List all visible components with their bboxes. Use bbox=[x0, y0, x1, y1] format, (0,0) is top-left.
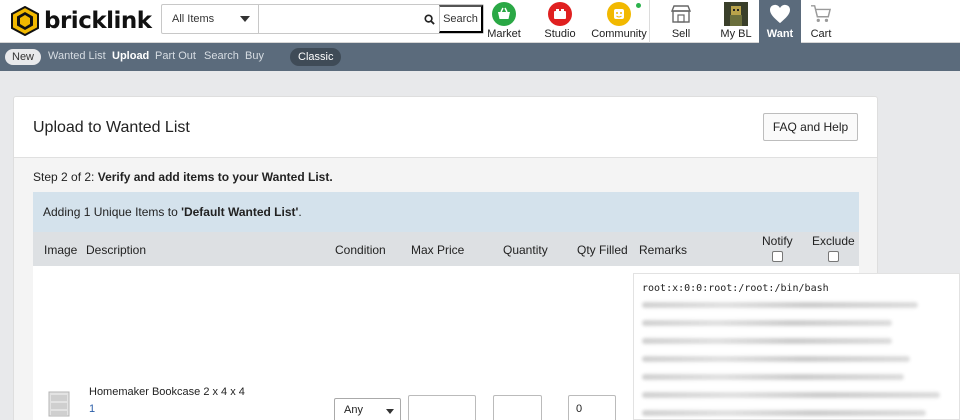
nav-studio-label: Studio bbox=[544, 28, 576, 40]
classic-toggle-button[interactable]: Classic bbox=[290, 48, 342, 66]
nav-mybl[interactable]: My BL bbox=[719, 0, 753, 43]
page-title: Upload to Wanted List bbox=[33, 119, 190, 136]
bricklink-logo[interactable]: bricklink bbox=[10, 4, 152, 38]
card-header: Upload to Wanted List FAQ and Help bbox=[14, 97, 877, 158]
col-notify-label: Notify bbox=[762, 234, 793, 248]
exclude-all-checkbox[interactable] bbox=[827, 251, 839, 262]
col-max-price: Max Price bbox=[411, 243, 465, 257]
step-text: Verify and add items to your Wanted List… bbox=[97, 170, 333, 184]
item-description: Homemaker Bookcase 2 x 4 x 4 bbox=[89, 386, 245, 398]
col-condition: Condition bbox=[335, 243, 386, 257]
col-qty-filled: Qty Filled bbox=[577, 243, 628, 257]
table-header: Image Description Condition Max Price Qu… bbox=[33, 232, 859, 266]
step-instruction: Step 2 of 2: Verify and add items to you… bbox=[33, 170, 333, 184]
quantity-input[interactable] bbox=[493, 395, 542, 420]
condition-select[interactable]: Any bbox=[334, 398, 401, 420]
step-prefix: Step 2 of 2: bbox=[33, 170, 95, 184]
search-button[interactable]: Search bbox=[439, 5, 483, 33]
nav-want-label: Want bbox=[766, 28, 794, 40]
nav-sell[interactable]: Sell bbox=[667, 0, 695, 43]
subnav-wanted-list[interactable]: Wanted List bbox=[48, 50, 106, 62]
notification-dot bbox=[636, 3, 641, 8]
col-description: Description bbox=[86, 243, 147, 257]
search-category-select[interactable]: All Items bbox=[162, 5, 259, 33]
nav-want[interactable]: Want bbox=[759, 0, 801, 43]
chevron-down-icon bbox=[240, 16, 250, 22]
top-header: bricklink All Items Search Market Studio… bbox=[0, 0, 960, 43]
subnav-part-out[interactable]: Part Out bbox=[155, 50, 196, 62]
remarks-first-line: root:x:0:0:root:/root:/bin/bash bbox=[642, 283, 829, 294]
qty-filled-input[interactable]: 0 bbox=[568, 395, 616, 420]
redacted-remarks bbox=[642, 302, 951, 420]
subnav-buy[interactable]: Buy bbox=[245, 50, 264, 62]
search-input[interactable] bbox=[259, 5, 419, 33]
col-image: Image bbox=[44, 243, 78, 257]
nav-cart[interactable]: Cart bbox=[807, 0, 835, 43]
nav-sell-label: Sell bbox=[671, 28, 691, 40]
nav-community[interactable]: Community bbox=[591, 0, 647, 43]
remarks-textarea[interactable]: root:x:0:0:root:/root:/bin/bash bbox=[633, 273, 960, 420]
storefront-icon bbox=[669, 2, 693, 26]
item-number-link[interactable]: 1 bbox=[89, 403, 95, 415]
max-price-input[interactable] bbox=[408, 395, 476, 420]
col-exclude: Exclude bbox=[812, 234, 855, 262]
nav-market[interactable]: Market bbox=[486, 0, 522, 43]
subnav-upload[interactable]: Upload bbox=[112, 50, 149, 62]
bricklink-logo-icon bbox=[11, 6, 39, 36]
subnav-search[interactable]: Search bbox=[204, 50, 239, 62]
col-notify: Notify bbox=[762, 234, 793, 262]
nav-divider bbox=[649, 0, 650, 43]
nav-community-label: Community bbox=[591, 28, 647, 40]
col-exclude-label: Exclude bbox=[812, 234, 855, 248]
condition-value: Any bbox=[344, 404, 363, 416]
market-basket-icon bbox=[492, 2, 516, 26]
notify-all-checkbox[interactable] bbox=[771, 251, 783, 262]
nav-mybl-label: My BL bbox=[720, 28, 752, 40]
search-category-value: All Items bbox=[172, 13, 215, 25]
nav-studio[interactable]: Studio bbox=[544, 0, 576, 43]
avatar bbox=[724, 2, 748, 26]
banner-list-name: 'Default Wanted List' bbox=[181, 205, 299, 219]
banner-suffix: . bbox=[298, 205, 302, 219]
nav-cart-label: Cart bbox=[810, 28, 832, 40]
faq-help-button[interactable]: FAQ and Help bbox=[763, 113, 858, 141]
search-bar: All Items Search bbox=[161, 4, 484, 34]
col-quantity: Quantity bbox=[503, 243, 548, 257]
col-remarks: Remarks bbox=[639, 243, 688, 257]
community-icon bbox=[607, 2, 631, 26]
nav-market-label: Market bbox=[487, 28, 521, 40]
sub-navigation: New Wanted List Upload Part Out Search B… bbox=[0, 43, 960, 71]
chevron-down-icon bbox=[386, 409, 394, 414]
item-thumbnail[interactable] bbox=[45, 390, 73, 418]
search-icon[interactable] bbox=[419, 5, 439, 33]
heart-icon bbox=[768, 2, 792, 26]
studio-icon bbox=[548, 2, 572, 26]
cart-icon bbox=[809, 2, 833, 26]
adding-items-banner: Adding 1 Unique Items to 'Default Wanted… bbox=[33, 192, 859, 232]
brand-name: bricklink bbox=[44, 8, 152, 34]
banner-prefix: Adding 1 Unique Items to bbox=[43, 205, 182, 219]
new-badge-button[interactable]: New bbox=[5, 49, 42, 65]
